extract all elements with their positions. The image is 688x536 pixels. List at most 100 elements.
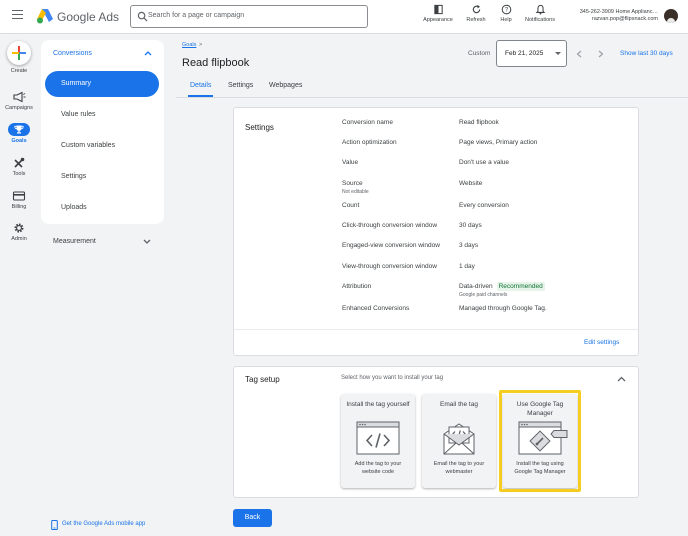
setting-value: Every conversion <box>459 202 509 209</box>
conversions-section-title[interactable]: Conversions <box>53 50 92 57</box>
refresh-icon <box>472 4 480 14</box>
setting-value: Managed through Google Tag. <box>459 305 547 312</box>
top-bar: Google Ads Search for a page or campaign… <box>0 0 688 34</box>
setting-value: Data-driven <box>459 283 493 290</box>
setting-value: Read flipbook <box>459 119 499 126</box>
svg-text:?: ? <box>504 8 508 14</box>
help-button[interactable]: ? Help <box>494 4 518 23</box>
email-tag-option[interactable]: Email the tag Email the tag to your webm… <box>422 394 496 488</box>
measurement-section[interactable]: Measurement <box>53 238 96 245</box>
megaphone-icon[interactable] <box>12 91 26 103</box>
page-title: Read flipbook <box>182 57 250 69</box>
rail-campaigns-label[interactable]: Campaigns <box>0 105 38 111</box>
chevron-left-icon[interactable] <box>576 50 582 58</box>
recommended-badge: Recommended <box>496 282 545 291</box>
plus-icon <box>12 46 26 60</box>
chevron-up-icon[interactable] <box>617 376 626 382</box>
option-title: Install the tag yourself <box>346 401 410 408</box>
refresh-button[interactable]: Refresh <box>462 4 490 23</box>
show-last-30-days-button[interactable]: Show last 30 days <box>620 50 673 57</box>
menu-icon[interactable] <box>12 10 23 19</box>
help-label: Help <box>500 17 512 23</box>
mobile-app-label: Get the Google Ads mobile app <box>62 521 146 527</box>
tag-setup-hint: Select how you want to install your tag <box>341 375 444 381</box>
option-description: Add the tag to your website code <box>354 461 402 475</box>
back-button[interactable]: Back <box>233 509 272 527</box>
rail-billing-label[interactable]: Billing <box>0 204 38 210</box>
tools-icon[interactable] <box>12 157 26 169</box>
date-picker[interactable]: Feb 21, 2025 <box>496 40 567 67</box>
appearance-icon <box>433 4 443 15</box>
setting-value: Website <box>459 180 483 187</box>
sidebar-item-settings[interactable]: Settings <box>45 164 159 190</box>
setting-value: 30 days <box>459 222 482 229</box>
email-code-icon <box>443 423 475 455</box>
setting-label: Value <box>342 159 359 166</box>
search-input[interactable]: Search for a page or campaign <box>130 5 368 28</box>
setting-value: 1 day <box>459 263 475 270</box>
setting-label: Count <box>342 202 360 209</box>
setting-label: Action optimization <box>342 139 397 146</box>
sidebar-item-uploads[interactable]: Uploads <box>45 195 159 221</box>
code-window-icon <box>356 421 400 455</box>
search-icon <box>137 11 148 22</box>
tab-details[interactable]: Details <box>190 82 211 89</box>
create-button[interactable] <box>7 41 31 65</box>
credit-card-icon[interactable] <box>12 190 26 202</box>
brand-name: Google Ads <box>57 10 120 24</box>
settings-card-title: Settings <box>245 123 274 132</box>
appearance-button[interactable]: Appearance <box>420 4 456 23</box>
phone-icon <box>51 520 58 530</box>
dropdown-arrow-icon <box>555 52 561 55</box>
notifications-label: Notifications <box>525 17 555 23</box>
settings-card <box>233 107 639 356</box>
rail-goals-label[interactable]: Goals <box>0 138 38 144</box>
setting-label: Source <box>342 180 363 187</box>
rail-tools-label[interactable]: Tools <box>0 171 38 177</box>
avatar[interactable] <box>664 9 678 23</box>
rail-create-label: Create <box>10 68 28 74</box>
edit-settings-button[interactable]: Edit settings <box>584 339 619 346</box>
option-description: Email the tag to your webmaster <box>433 461 485 475</box>
date-value: Feb 21, 2025 <box>505 50 544 57</box>
setting-label: Engaged-view conversion window <box>342 242 440 249</box>
mobile-app-link[interactable]: Get the Google Ads mobile app <box>51 520 146 530</box>
option-title: Email the tag <box>440 401 478 408</box>
install-tag-yourself-option[interactable]: Install the tag yourself Add the tag to … <box>341 394 415 488</box>
search-placeholder: Search for a page or campaign <box>148 12 245 19</box>
chevron-right-icon[interactable] <box>598 50 604 58</box>
card-divider <box>234 329 638 330</box>
tag-setup-title: Tag setup <box>245 375 280 384</box>
conversions-menu: Conversions Summary Value rules Custom v… <box>41 40 164 224</box>
setting-value: Don't use a value <box>459 159 510 166</box>
bell-icon <box>535 4 545 15</box>
google-ads-logo-icon[interactable] <box>36 8 54 24</box>
chevron-down-icon[interactable] <box>143 239 151 245</box>
notifications-button[interactable]: Notifications <box>520 4 560 23</box>
help-icon: ? <box>501 4 511 15</box>
tab-settings[interactable]: Settings <box>228 82 253 89</box>
sidebar-item-custom-variables[interactable]: Custom variables <box>45 133 159 159</box>
date-range-type: Custom <box>468 50 491 57</box>
setting-label: Enhanced Conversions <box>342 305 410 312</box>
setting-note: Not editable <box>342 189 369 195</box>
setting-note: Google paid channels <box>459 292 508 298</box>
account-id-name: 345-262-3909 Home Applianc… <box>579 9 658 15</box>
setting-label: Click-through conversion window <box>342 222 438 229</box>
rail-goals-button[interactable] <box>8 123 30 136</box>
chevron-up-icon[interactable] <box>144 50 152 56</box>
breadcrumb-separator: > <box>199 42 203 48</box>
refresh-label: Refresh <box>466 17 486 23</box>
setting-label: Conversion name <box>342 119 393 126</box>
rail-admin-label[interactable]: Admin <box>0 236 38 242</box>
gear-icon[interactable] <box>12 222 26 234</box>
sidebar-item-value-rules[interactable]: Value rules <box>45 102 159 128</box>
tab-webpages[interactable]: Webpages <box>269 82 302 89</box>
breadcrumb[interactable]: Goals <box>182 42 196 48</box>
account-info[interactable]: 345-262-3909 Home Applianc… razvan.pop@f… <box>562 9 658 23</box>
setting-label: Attribution <box>342 283 372 290</box>
account-email: razvan.pop@flipsnack.com <box>591 16 658 22</box>
appearance-label: Appearance <box>423 17 453 23</box>
sidebar-item-summary[interactable]: Summary <box>45 71 159 97</box>
setting-value: Page views, Primary action <box>459 139 538 146</box>
